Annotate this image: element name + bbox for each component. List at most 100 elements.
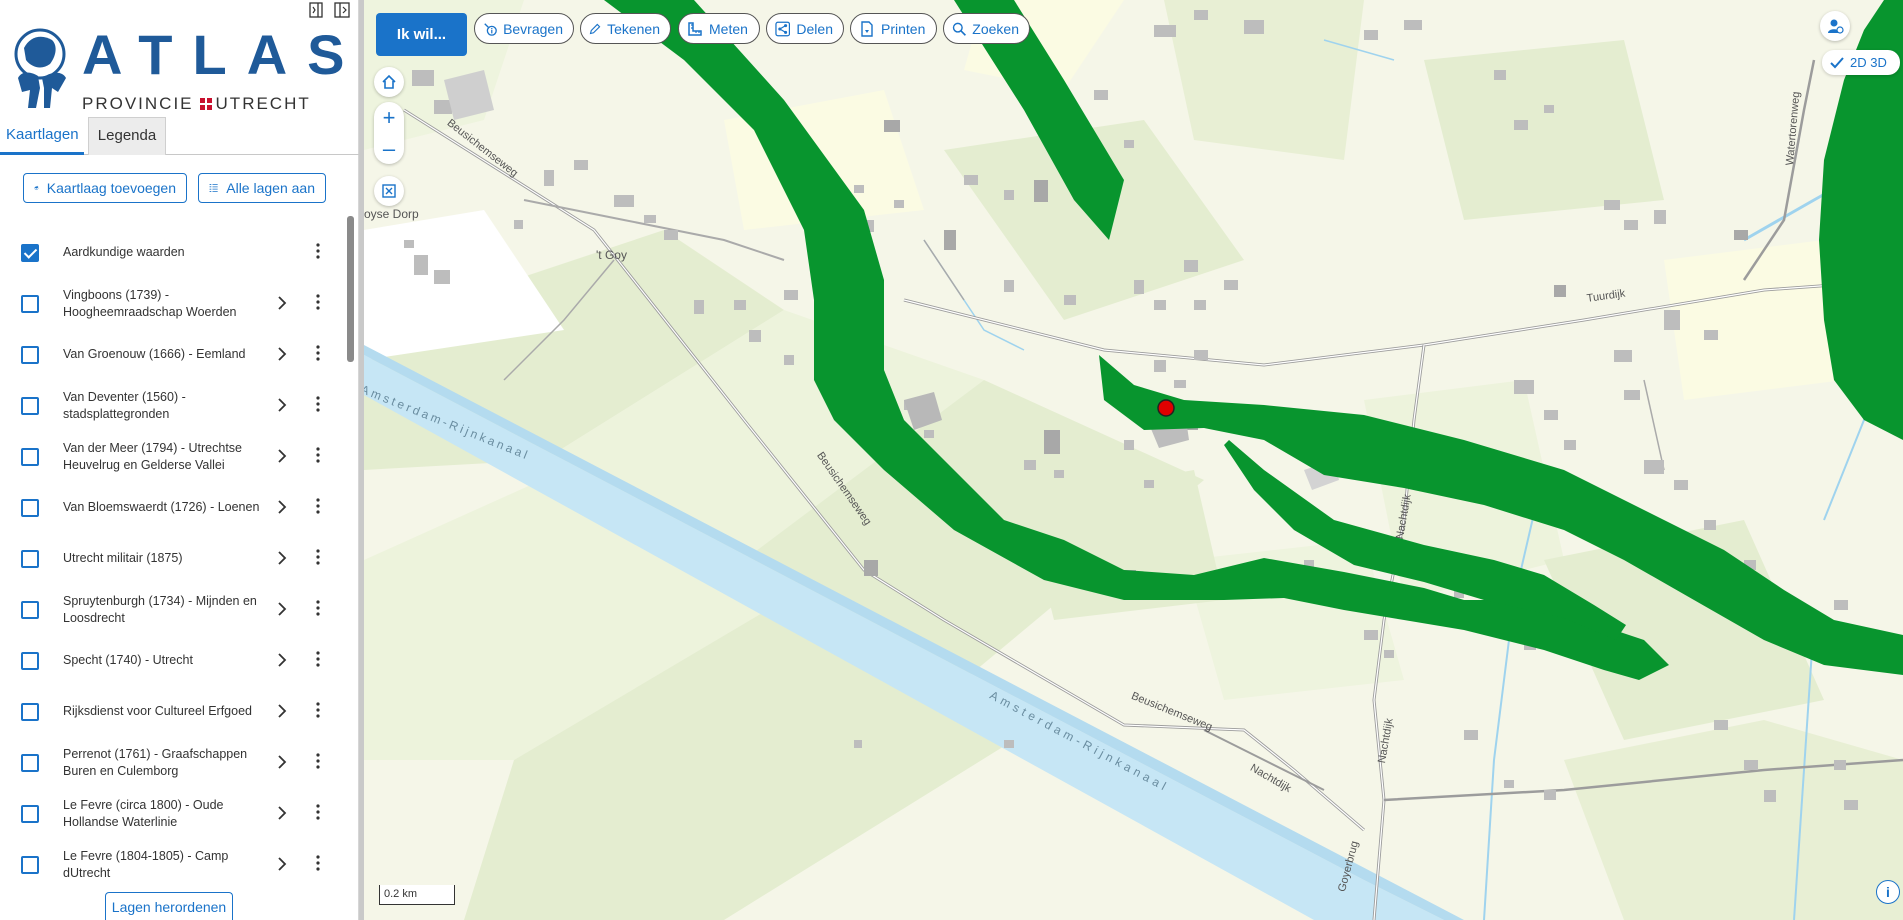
- dimension-toggle-label: 2D 3D: [1850, 55, 1887, 70]
- more-options-icon[interactable]: [313, 854, 323, 875]
- layer-row[interactable]: Van Bloemswaerdt (1726) - Loenen: [0, 482, 346, 533]
- layer-label: Van Groenouw (1666) - Eemland: [63, 347, 246, 361]
- more-options-icon[interactable]: [313, 752, 323, 773]
- bevragen-button[interactable]: Bevragen: [474, 13, 574, 44]
- chevron-right-icon[interactable]: [277, 855, 291, 875]
- province-emblem-icon: [199, 98, 212, 110]
- layer-checkbox[interactable]: [21, 396, 39, 415]
- tab-legenda[interactable]: Legenda: [88, 117, 166, 155]
- chevron-right-icon[interactable]: [277, 600, 291, 620]
- more-options-icon[interactable]: [313, 650, 323, 671]
- layer-row[interactable]: Spruytenburgh (1734) - Mijnden en Loosdr…: [0, 584, 346, 635]
- layer-checkbox[interactable]: [21, 651, 39, 670]
- location-marker[interactable]: [1157, 399, 1175, 417]
- more-options-icon[interactable]: [313, 599, 323, 620]
- home-icon: [382, 74, 396, 89]
- chevron-right-icon[interactable]: [277, 804, 291, 824]
- layer-label: Van der Meer (1794) - Utrechtse Heuvelru…: [63, 440, 243, 472]
- more-options-icon[interactable]: [313, 293, 323, 314]
- zoeken-button[interactable]: Zoeken: [943, 13, 1030, 44]
- all-layers-on-button[interactable]: Alle lagen aan: [198, 173, 326, 203]
- atlas-app: 't Goy oyse Dorp Beusichemseweg Beusiche…: [0, 0, 1903, 920]
- info-icon: i: [1886, 884, 1890, 900]
- meten-button[interactable]: Meten: [678, 13, 760, 44]
- layer-row[interactable]: Van Deventer (1560) - stadsplattegronden: [0, 380, 346, 431]
- layer-checkbox[interactable]: [21, 753, 39, 772]
- sidebar-toolbar: [308, 2, 350, 20]
- zoom-in-button[interactable]: +: [374, 102, 404, 133]
- chevron-right-icon[interactable]: [277, 396, 291, 416]
- more-options-icon[interactable]: [313, 548, 323, 569]
- atlas-emblem-icon: [14, 28, 66, 108]
- more-options-icon[interactable]: [313, 344, 323, 365]
- layer-checkbox[interactable]: [21, 498, 39, 517]
- layer-checkbox[interactable]: [21, 804, 39, 823]
- chevron-right-icon[interactable]: [277, 294, 291, 314]
- chevron-right-icon[interactable]: [277, 702, 291, 722]
- more-options-icon[interactable]: [313, 395, 323, 416]
- chevron-right-icon[interactable]: [277, 345, 291, 365]
- chevron-right-icon[interactable]: [277, 498, 291, 518]
- layer-row[interactable]: Specht (1740) - Utrecht: [0, 635, 346, 686]
- layer-checkbox[interactable]: [21, 243, 39, 262]
- layer-row[interactable]: Perrenot (1761) - Graafschappen Buren en…: [0, 737, 346, 788]
- layer-row[interactable]: Vingboons (1739) - Hoogheemraadschap Woe…: [0, 278, 346, 329]
- scale-bar: 0.2 km: [379, 885, 455, 905]
- tab-kaartlagen[interactable]: Kaartlagen: [0, 117, 84, 155]
- dock-panel-icon[interactable]: [334, 2, 350, 20]
- chevron-right-icon[interactable]: [277, 753, 291, 773]
- chevron-right-icon[interactable]: [277, 549, 291, 569]
- layer-checkbox[interactable]: [21, 702, 39, 721]
- pencil-icon: [589, 23, 601, 34]
- layer-row[interactable]: Le Fevre (circa 1800) - Oude Hollandse W…: [0, 788, 346, 839]
- layer-row[interactable]: Van Groenouw (1666) - Eemland: [0, 329, 346, 380]
- account-button[interactable]: [1820, 11, 1850, 41]
- map-label-goy: 't Goy: [596, 248, 627, 262]
- check-icon: [1830, 56, 1844, 68]
- chevron-right-icon[interactable]: [277, 447, 291, 467]
- dimension-toggle[interactable]: 2D 3D: [1822, 50, 1900, 75]
- sidebar-resize-handle[interactable]: [359, 0, 364, 920]
- layer-checkbox[interactable]: [21, 855, 39, 874]
- delen-button[interactable]: Delen: [766, 13, 844, 44]
- map-canvas[interactable]: 't Goy oyse Dorp Beusichemseweg Beusiche…: [364, 0, 1903, 920]
- layer-checkbox[interactable]: [21, 549, 39, 568]
- zoom-out-button[interactable]: –: [374, 133, 404, 164]
- collapse-panel-icon[interactable]: [308, 2, 324, 20]
- printen-button[interactable]: Printen: [850, 13, 937, 44]
- ik-wil-button[interactable]: Ik wil...: [376, 13, 467, 56]
- atlas-wordmark: ATLAS: [82, 23, 365, 86]
- layer-row[interactable]: Van der Meer (1794) - Utrechtse Heuvelru…: [0, 431, 346, 482]
- layer-row[interactable]: Rijksdienst voor Cultureel Erfgoed: [0, 686, 346, 737]
- info-button[interactable]: i: [1876, 880, 1900, 904]
- meten-label: Meten: [709, 20, 748, 37]
- sidebar-scrollbar[interactable]: [347, 216, 354, 362]
- fullscreen-button[interactable]: [374, 176, 404, 206]
- more-options-icon[interactable]: [313, 803, 323, 824]
- atlas-logo: ATLAS PROVINCIE UTRECHT: [12, 26, 345, 116]
- layer-checkbox[interactable]: [21, 447, 39, 466]
- layer-row[interactable]: Utrecht militair (1875): [0, 533, 346, 584]
- layer-label: Le Fevre (1804-1805) - Camp dUtrecht: [63, 848, 229, 880]
- more-options-icon[interactable]: [313, 497, 323, 518]
- layer-label: Le Fevre (circa 1800) - Oude Hollandse W…: [63, 797, 224, 829]
- more-options-icon[interactable]: [313, 701, 323, 722]
- layer-checkbox[interactable]: [21, 345, 39, 364]
- layer-row[interactable]: Aardkundige waarden: [0, 227, 346, 278]
- more-options-icon[interactable]: [313, 242, 323, 263]
- layer-checkbox[interactable]: [21, 294, 39, 313]
- layers-add-icon: [34, 185, 39, 191]
- layer-label: Vingboons (1739) - Hoogheemraadschap Woe…: [63, 287, 237, 319]
- tekenen-button[interactable]: Tekenen: [580, 13, 671, 44]
- layer-checkbox[interactable]: [21, 600, 39, 619]
- layer-label: Spruytenburgh (1734) - Mijnden en Loosdr…: [63, 593, 257, 625]
- reorder-layers-button[interactable]: Lagen herordenen: [105, 892, 233, 920]
- home-button[interactable]: [374, 67, 404, 97]
- add-layer-label: Kaartlaag toevoegen: [46, 180, 176, 196]
- chevron-right-icon[interactable]: [277, 651, 291, 671]
- subtitle-region: UTRECHT: [215, 94, 311, 113]
- user-icon: [1828, 19, 1844, 34]
- add-layer-button[interactable]: Kaartlaag toevoegen: [23, 173, 187, 203]
- layer-row[interactable]: Le Fevre (1804-1805) - Camp dUtrecht: [0, 839, 346, 890]
- more-options-icon[interactable]: [313, 446, 323, 467]
